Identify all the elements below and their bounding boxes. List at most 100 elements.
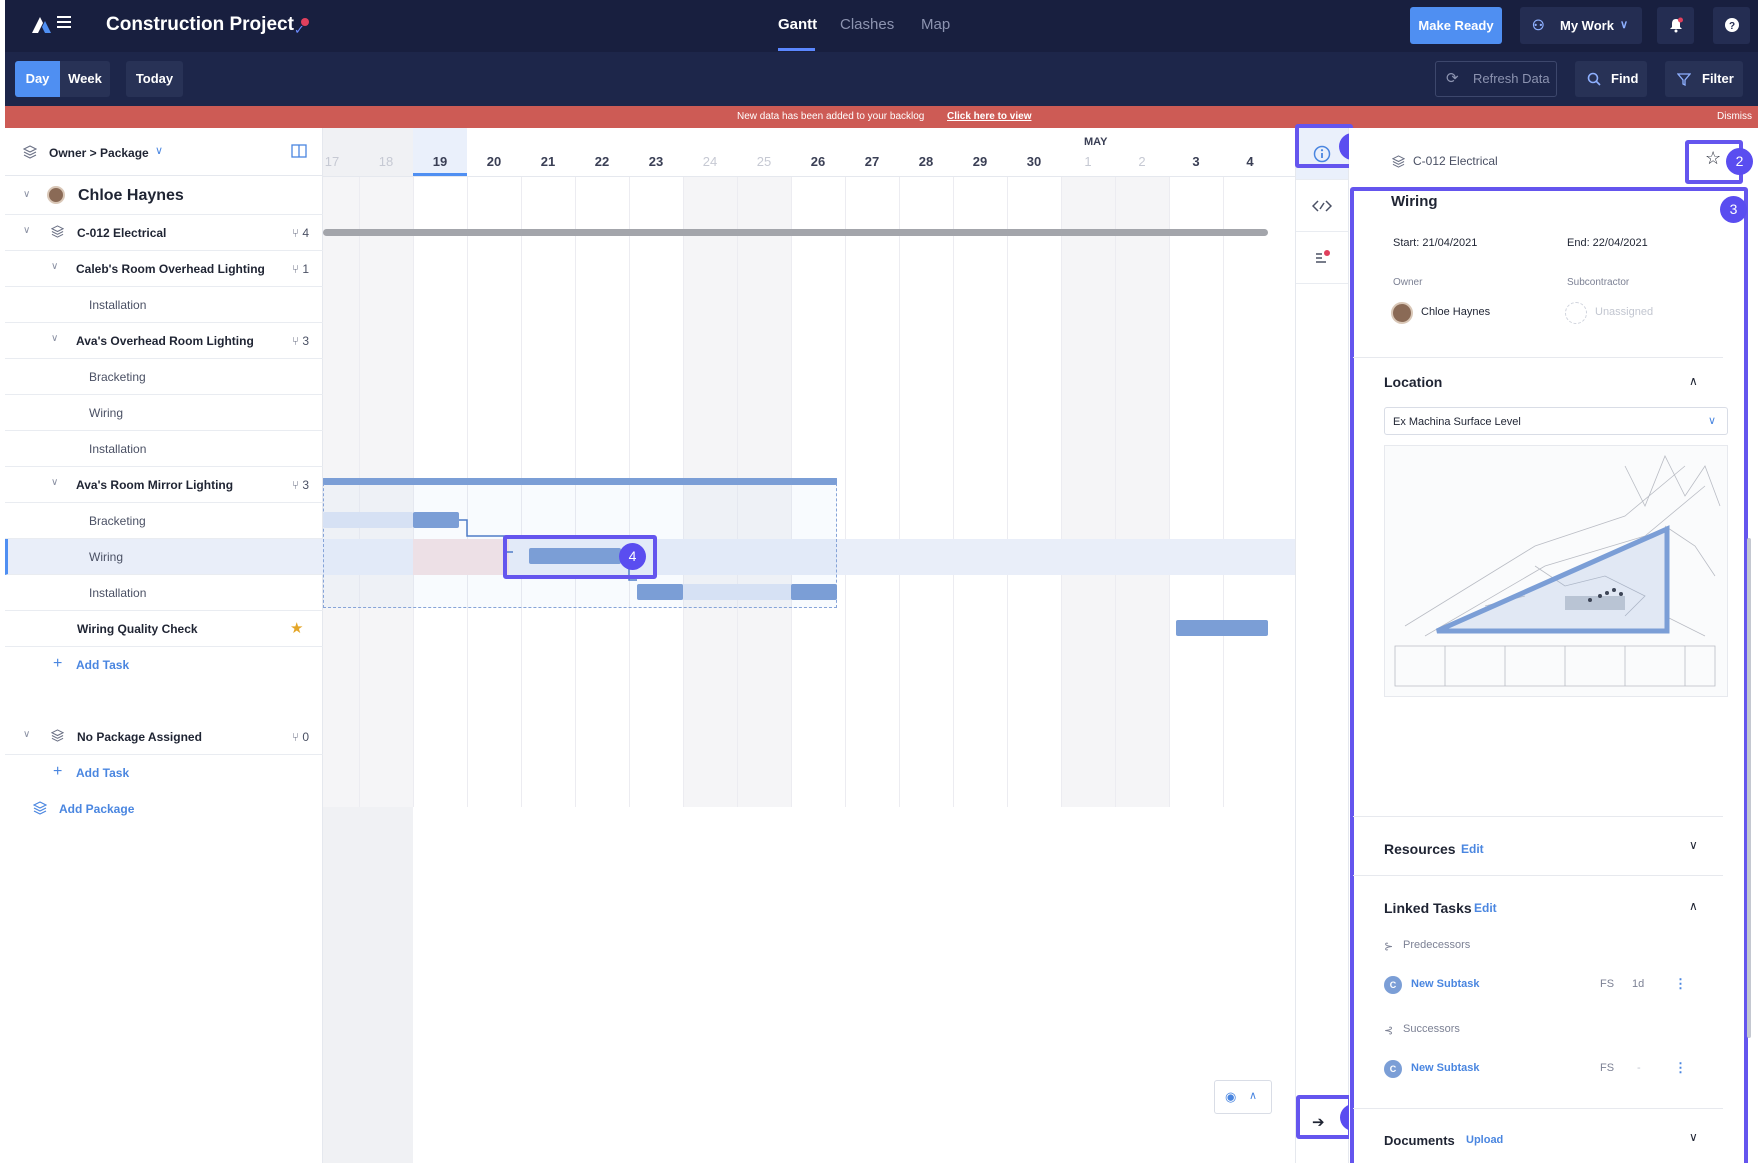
divider: [1353, 875, 1723, 876]
linked-tasks-edit-link[interactable]: Edit: [1474, 901, 1497, 915]
add-package-link[interactable]: Add Package: [59, 802, 134, 816]
day-label[interactable]: 4: [1223, 154, 1277, 169]
task-bar-quality-check[interactable]: [1176, 620, 1268, 636]
group-row[interactable]: ∨ Ava's Room Mirror Lighting ⑂ 3: [5, 467, 323, 503]
group-row[interactable]: ∨ Caleb's Room Overhead Lighting ⑂ 1: [5, 251, 323, 287]
tab-map[interactable]: Map: [921, 16, 950, 33]
task-bar-installation[interactable]: [637, 584, 683, 600]
tab-gantt[interactable]: Gantt: [778, 16, 817, 33]
dependencies-tab[interactable]: [1296, 180, 1348, 232]
task-row[interactable]: Bracketing: [5, 359, 323, 395]
split-view-icon[interactable]: [291, 144, 307, 158]
group-summary-bar[interactable]: [323, 478, 837, 485]
day-label[interactable]: 24: [683, 154, 737, 169]
day-label[interactable]: 22: [575, 154, 629, 169]
star-icon[interactable]: ★: [290, 619, 303, 637]
banner-dismiss-link[interactable]: Dismiss: [1717, 106, 1752, 128]
successor-task-link[interactable]: New Subtask: [1411, 1062, 1479, 1074]
chevron-down-icon[interactable]: ∨: [51, 261, 58, 272]
task-row[interactable]: Installation: [5, 575, 323, 611]
day-label[interactable]: 19: [413, 154, 467, 169]
documents-upload-link[interactable]: Upload: [1466, 1134, 1503, 1146]
predecessor-task-link[interactable]: New Subtask: [1411, 978, 1479, 990]
detail-scrollbar[interactable]: [1747, 538, 1751, 1038]
task-row[interactable]: Installation: [5, 287, 323, 323]
chevron-down-icon[interactable]: ∨: [155, 144, 163, 157]
more-options-icon[interactable]: ⋮: [1674, 1060, 1687, 1076]
day-label[interactable]: 18: [359, 154, 413, 169]
package-summary-bar[interactable]: [323, 229, 1268, 236]
end-date[interactable]: End: 22/04/2021: [1567, 237, 1648, 249]
chevron-down-icon[interactable]: ∨: [23, 225, 30, 236]
task-row[interactable]: Installation: [5, 431, 323, 467]
chevron-down-icon[interactable]: ∨: [23, 729, 30, 740]
package-row[interactable]: ∨ No Package Assigned ⑂ 0: [5, 719, 323, 755]
package-row[interactable]: ∨ C-012 Electrical ⑂ 4: [5, 215, 323, 251]
day-label[interactable]: 29: [953, 154, 1007, 169]
owner-value[interactable]: Chloe Haynes: [1421, 306, 1490, 318]
grouping-select[interactable]: Owner > Package: [49, 146, 149, 160]
day-label[interactable]: 26: [791, 154, 845, 169]
day-label[interactable]: 3: [1169, 154, 1223, 169]
day-label[interactable]: 2: [1115, 154, 1169, 169]
week-view-button[interactable]: Week: [60, 61, 110, 97]
day-label[interactable]: 20: [467, 154, 521, 169]
task-row[interactable]: Bracketing: [5, 503, 323, 539]
help-button[interactable]: ?: [1713, 7, 1750, 44]
day-label[interactable]: 23: [629, 154, 683, 169]
banner-view-link[interactable]: Click here to view: [947, 106, 1031, 128]
notifications-button[interactable]: [1657, 7, 1694, 44]
make-ready-button[interactable]: Make Ready: [1410, 7, 1502, 44]
day-label[interactable]: 28: [899, 154, 953, 169]
filter-button[interactable]: Filter: [1665, 61, 1743, 97]
chevron-down-icon[interactable]: ∨: [51, 333, 58, 344]
day-label[interactable]: 1: [1061, 154, 1115, 169]
day-label[interactable]: 21: [521, 154, 575, 169]
task-row-selected[interactable]: Wiring: [5, 539, 323, 575]
chevron-up-icon[interactable]: ∧: [1689, 899, 1698, 913]
successor-lag[interactable]: -: [1637, 1062, 1641, 1074]
refresh-data-button[interactable]: ⟳ Refresh Data: [1435, 61, 1557, 97]
menu-icon[interactable]: [57, 16, 71, 28]
activity-tab[interactable]: [1296, 232, 1348, 284]
owner-row[interactable]: ∨ Chloe Haynes: [5, 177, 323, 215]
chevron-down-icon[interactable]: ∨: [1689, 838, 1698, 852]
find-button[interactable]: Find: [1575, 61, 1647, 97]
detail-task-name[interactable]: Wiring: [1391, 193, 1438, 210]
task-row[interactable]: Wiring Quality Check ★: [5, 611, 323, 647]
app-logo-icon[interactable]: [29, 13, 53, 37]
successor-type[interactable]: FS: [1600, 1062, 1614, 1074]
chevron-up-icon[interactable]: ∧: [1689, 374, 1698, 388]
subcontractor-value[interactable]: Unassigned: [1595, 306, 1653, 318]
resources-edit-link[interactable]: Edit: [1461, 842, 1484, 856]
task-bar-installation-end[interactable]: [791, 584, 837, 600]
day-label[interactable]: 30: [1007, 154, 1061, 169]
add-task-link[interactable]: Add Task: [76, 658, 129, 672]
add-package-row[interactable]: Add Package: [5, 791, 323, 827]
predecessor-type[interactable]: FS: [1600, 978, 1614, 990]
more-options-icon[interactable]: ⋮: [1674, 976, 1687, 992]
add-task-link[interactable]: Add Task: [76, 766, 129, 780]
start-date[interactable]: Start: 21/04/2021: [1393, 237, 1477, 249]
add-task-row[interactable]: + Add Task: [5, 755, 323, 791]
day-label[interactable]: 27: [845, 154, 899, 169]
predecessor-lag[interactable]: 1d: [1632, 978, 1644, 990]
group-row[interactable]: ∨ Ava's Overhead Room Lighting ⑂ 3: [5, 323, 323, 359]
chevron-down-icon[interactable]: ∨: [1689, 1130, 1698, 1144]
chevron-down-icon[interactable]: ∨: [23, 189, 30, 200]
day-label[interactable]: 25: [737, 154, 791, 169]
today-button[interactable]: Today: [126, 61, 183, 97]
chevron-down-icon[interactable]: ∨: [51, 477, 58, 488]
add-task-row[interactable]: + Add Task: [5, 647, 323, 683]
visibility-toggle[interactable]: ◉ ∧: [1214, 1080, 1272, 1114]
task-row[interactable]: Wiring: [5, 395, 323, 431]
day-label[interactable]: 17: [323, 154, 359, 169]
gantt-toolbar: Day Week Today ⟳ Refresh Data Find Filte…: [5, 52, 1758, 106]
my-work-button[interactable]: ⚇ My Work ∨: [1520, 7, 1642, 44]
project-title[interactable]: Construction Project: [106, 14, 294, 36]
location-select[interactable]: Ex Machina Surface Level ∨: [1384, 407, 1728, 435]
tab-clashes[interactable]: Clashes: [840, 16, 894, 33]
day-view-button[interactable]: Day: [15, 61, 60, 97]
location-floor-plan[interactable]: [1384, 445, 1728, 697]
resources-heading: Resources: [1384, 841, 1456, 857]
